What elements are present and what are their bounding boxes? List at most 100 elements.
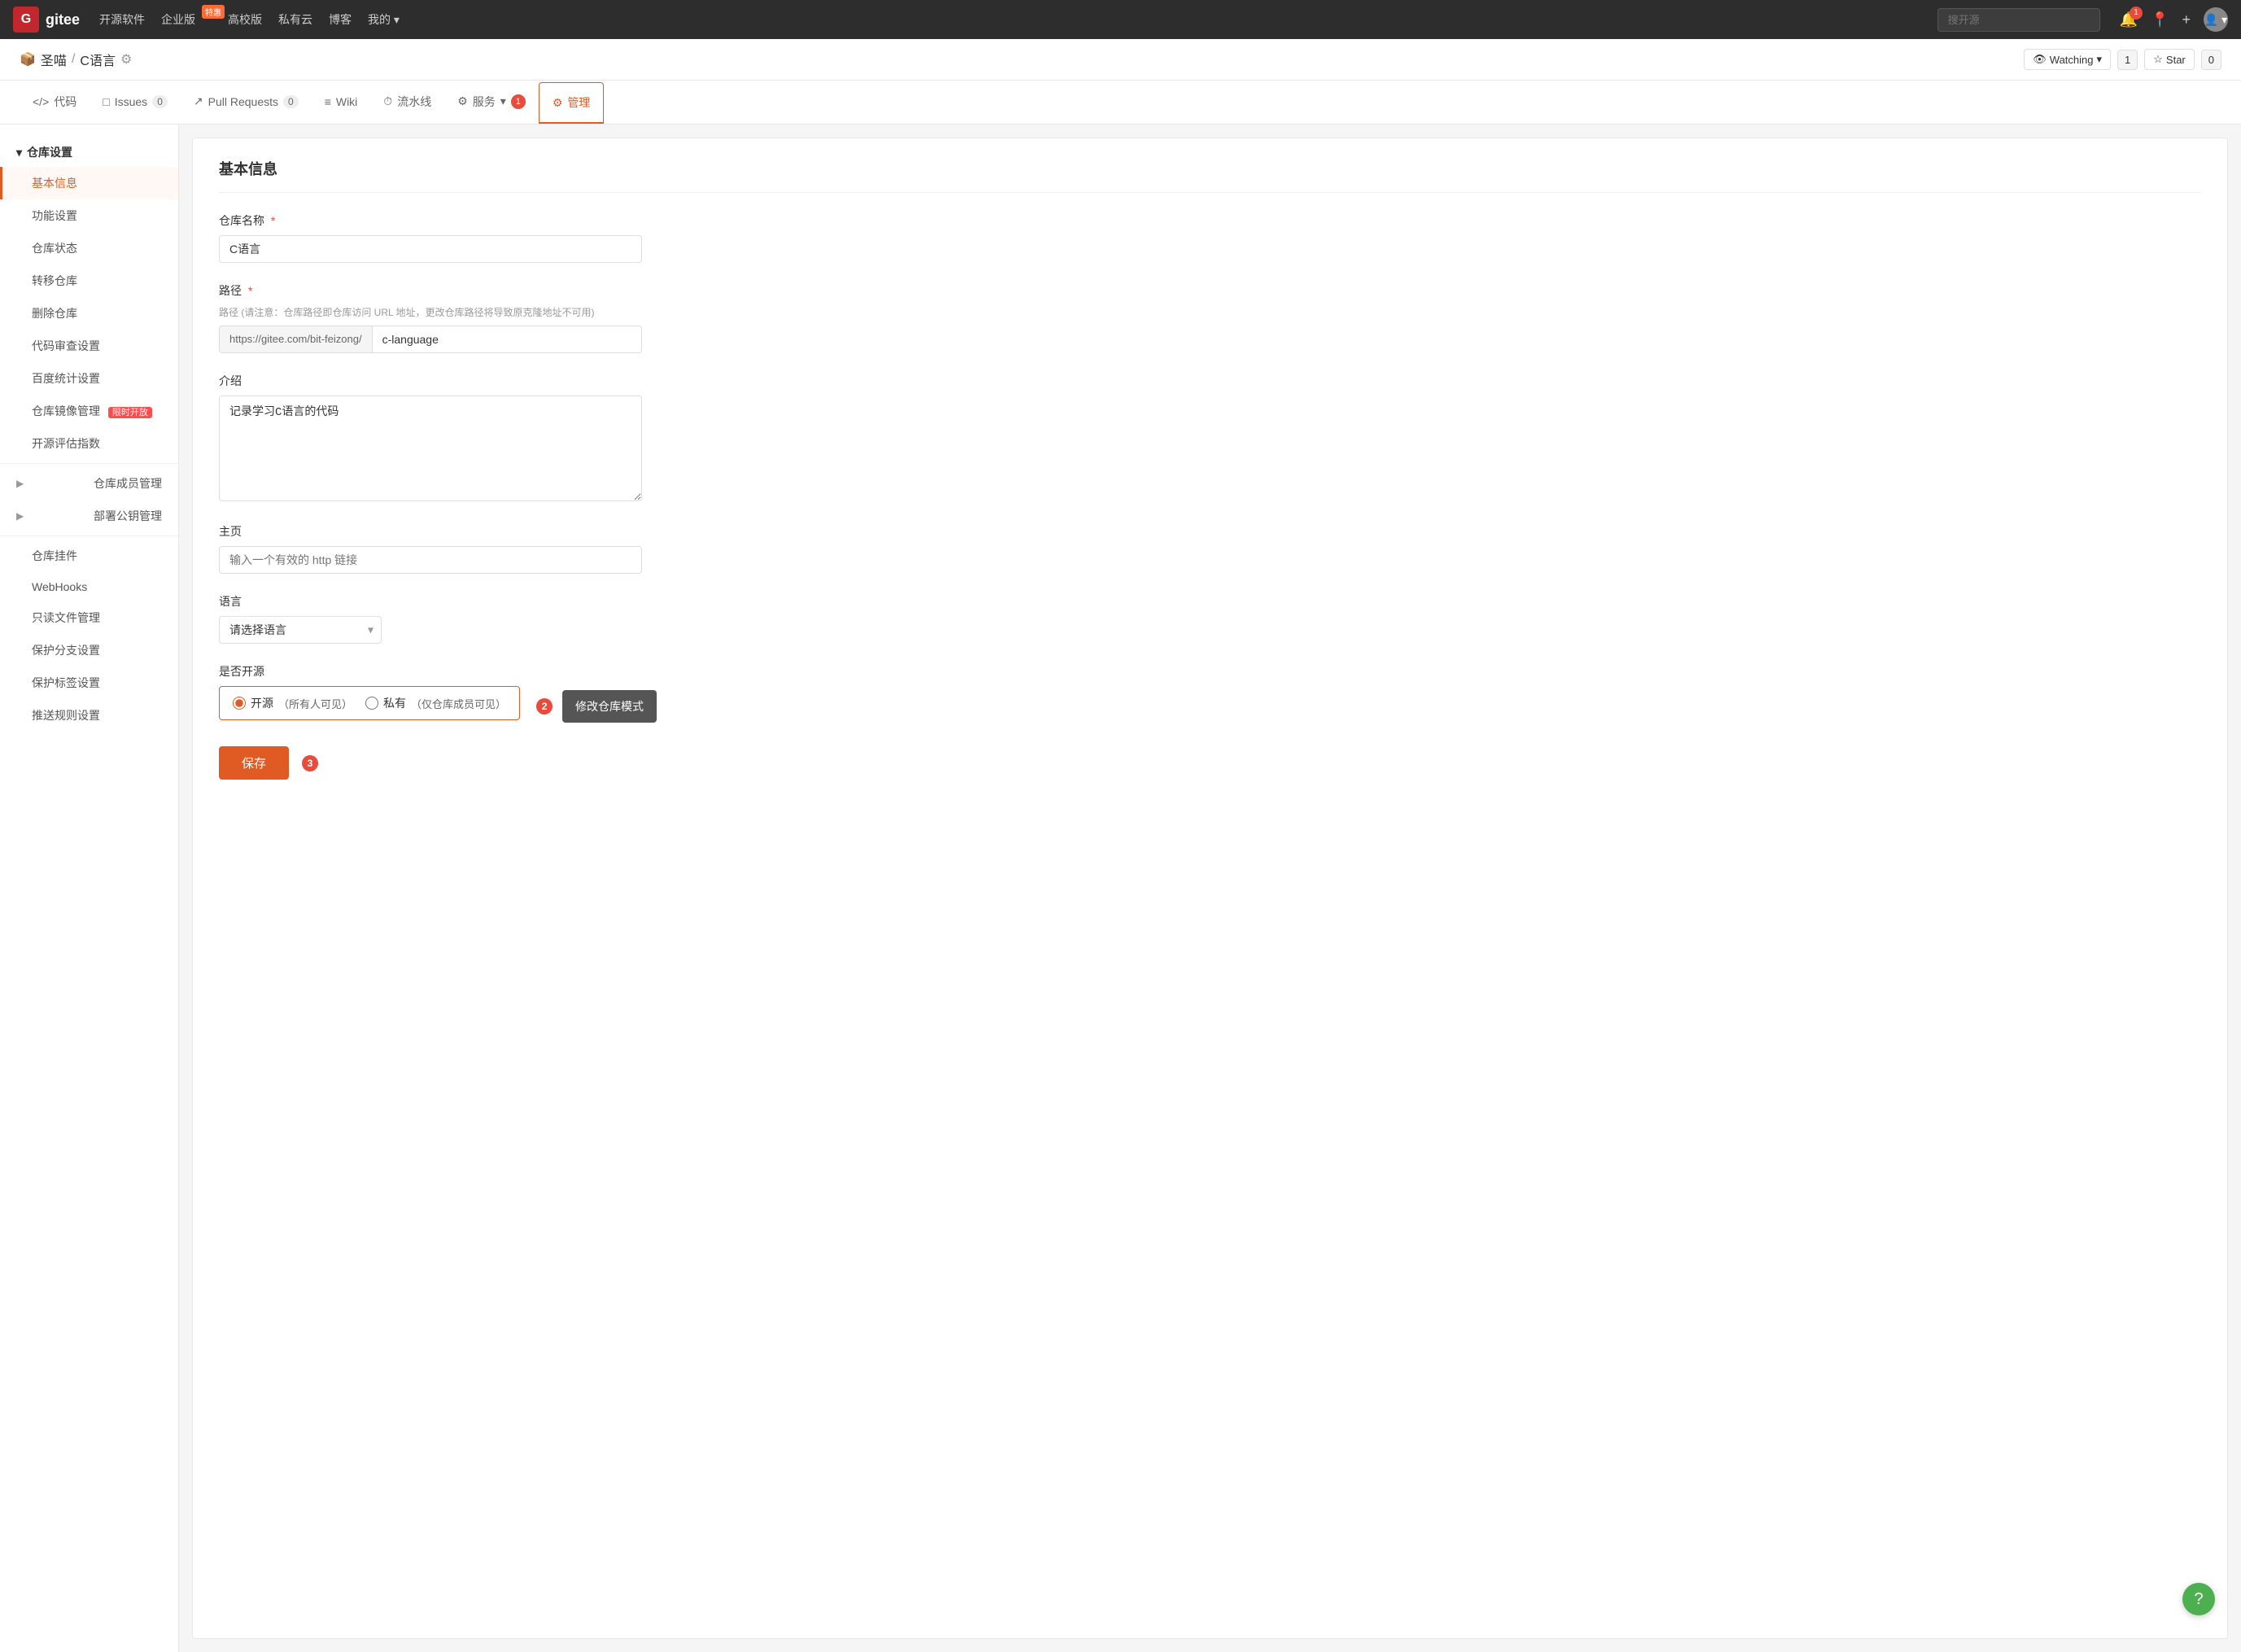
search-input[interactable]	[1937, 8, 2100, 32]
tab-code-label: 代码	[54, 94, 76, 110]
tab-pulls-label: Pull Requests	[208, 95, 278, 108]
repo-settings-icon[interactable]: ⚙	[120, 51, 132, 68]
radio-open-label: 开源	[251, 695, 273, 711]
language-select[interactable]: 请选择语言 C C++ Java Python JavaScript Go	[219, 616, 382, 644]
tab-wiki[interactable]: ≡ Wiki	[312, 84, 371, 121]
watch-count: 1	[2117, 50, 2138, 70]
path-input-group: https://gitee.com/bit-feizong/	[219, 326, 642, 353]
sidebar: ▾ 仓库设置 基本信息 功能设置 仓库状态 转移仓库 删除仓库 代码审查设置 百…	[0, 125, 179, 1652]
add-button[interactable]: +	[2182, 11, 2191, 28]
sidebar-item-member-management[interactable]: ▶ 仓库成员管理	[0, 467, 178, 500]
star-icon: ☆	[2153, 53, 2163, 66]
repo-name[interactable]: C语言	[80, 50, 116, 69]
location-icon[interactable]: 📍	[2151, 11, 2169, 28]
form-group-repo-name: 仓库名称 *	[219, 212, 2201, 263]
radio-private-label: 私有	[383, 695, 406, 711]
sidebar-item-widgets[interactable]: 仓库挂件	[0, 540, 178, 572]
tab-wiki-label: Wiki	[336, 95, 357, 108]
star-label: Star	[2166, 54, 2186, 66]
sidebar-item-baidu-stats[interactable]: 百度统计设置	[0, 362, 178, 395]
sidebar-section-label: 仓库设置	[27, 144, 72, 160]
sidebar-chevron-icon: ▾	[16, 146, 22, 160]
tab-issues[interactable]: □ Issues 0	[90, 84, 181, 121]
repo-owner[interactable]: 圣喵	[41, 50, 67, 69]
radio-private-input[interactable]	[365, 697, 378, 710]
sidebar-item-mirror-management[interactable]: 仓库镜像管理 限时开放	[0, 395, 178, 427]
notification-bell[interactable]: 🔔 1	[2120, 11, 2138, 28]
expand-deploy-icon: ▶	[16, 510, 24, 522]
expand-member-icon: ▶	[16, 478, 24, 489]
form-group-homepage: 主页	[219, 523, 2201, 574]
required-star-path: *	[248, 284, 252, 297]
save-button[interactable]: 保存	[219, 746, 289, 780]
sidebar-item-code-review[interactable]: 代码审查设置	[0, 330, 178, 362]
sidebar-item-webhooks[interactable]: WebHooks	[0, 572, 178, 601]
help-button[interactable]: ?	[2182, 1583, 2215, 1615]
sidebar-item-transfer-repo[interactable]: 转移仓库	[0, 264, 178, 297]
open-source-row: 开源 （所有人可见） 私有 （仅仓库成员可见） 2 修改仓库模式	[219, 686, 2201, 727]
intro-textarea[interactable]: 记录学习C语言的代码	[219, 396, 642, 501]
nav-mine[interactable]: 我的 ▾	[368, 11, 400, 28]
radio-private-option[interactable]: 私有 （仅仓库成员可见）	[365, 695, 506, 711]
path-input[interactable]	[372, 326, 642, 353]
content-area: 基本信息 仓库名称 * 路径 * 路径 (请注意：仓库路径即仓库访问 URL 地…	[192, 138, 2228, 1639]
sidebar-item-protected-branches[interactable]: 保护分支设置	[0, 634, 178, 666]
star-button[interactable]: ☆ Star	[2144, 49, 2195, 70]
sidebar-item-protected-tags[interactable]: 保护标签设置	[0, 666, 178, 699]
modify-mode-button[interactable]: 修改仓库模式	[562, 690, 657, 723]
sidebar-item-delete-repo[interactable]: 删除仓库	[0, 297, 178, 330]
wiki-icon: ≡	[325, 95, 331, 108]
sidebar-item-basic-info[interactable]: 基本信息	[0, 167, 178, 199]
tab-pulls[interactable]: ↗ Pull Requests 0	[181, 83, 312, 121]
radio-group: 开源 （所有人可见） 私有 （仅仓库成员可见）	[219, 686, 520, 720]
user-avatar[interactable]: 👤 ▾	[2204, 7, 2228, 32]
open-source-label: 是否开源	[219, 663, 2201, 680]
repo-name-input[interactable]	[219, 235, 642, 263]
repo-icon: 📦	[20, 51, 36, 68]
form-group-language: 语言 请选择语言 C C++ Java Python JavaScript Go…	[219, 593, 2201, 644]
sidebar-item-repo-status[interactable]: 仓库状态	[0, 232, 178, 264]
form-group-open-source: 是否开源 开源 （所有人可见） 私有 （仅仓库成员可见） 2 修改仓库模式	[219, 663, 2201, 727]
navbar-icons: 🔔 1 📍 + 👤 ▾	[2120, 7, 2228, 32]
tab-code[interactable]: </> 代码	[20, 82, 90, 123]
star-count: 0	[2201, 50, 2221, 70]
step-3-indicator: 3	[302, 755, 318, 771]
pulls-icon: ↗	[194, 94, 203, 108]
sidebar-item-readonly-files[interactable]: 只读文件管理	[0, 601, 178, 634]
sidebar-section-header[interactable]: ▾ 仓库设置	[0, 138, 178, 167]
nav-enterprise[interactable]: 企业版 特惠	[161, 11, 212, 28]
homepage-input[interactable]	[219, 546, 642, 574]
repo-name-label: 仓库名称 *	[219, 212, 2201, 229]
pulls-badge: 0	[283, 95, 299, 108]
logo-icon: G	[13, 7, 39, 33]
sidebar-item-push-rules[interactable]: 推送规则设置	[0, 699, 178, 732]
sidebar-item-open-source-index[interactable]: 开源评估指数	[0, 427, 178, 460]
radio-open-sublabel: （所有人可见）	[278, 696, 352, 711]
homepage-label: 主页	[219, 523, 2201, 540]
pipeline-icon: ⏱	[383, 94, 392, 108]
form-group-intro: 介绍 记录学习C语言的代码	[219, 373, 2201, 504]
navbar-links: 开源软件 企业版 特惠 高校版 私有云 博客 我的 ▾	[99, 11, 400, 28]
intro-label: 介绍	[219, 373, 2201, 389]
path-hint: 路径 (请注意：仓库路径即仓库访问 URL 地址，更改仓库路径将导致原克隆地址不…	[219, 305, 2201, 319]
tab-services-dropdown: ▾	[500, 94, 506, 108]
tab-pipeline[interactable]: ⏱ 流水线	[370, 82, 444, 123]
nav-education[interactable]: 高校版	[228, 11, 262, 28]
logo-text: gitee	[46, 11, 80, 28]
tabs-bar: </> 代码 □ Issues 0 ↗ Pull Requests 0 ≡ Wi…	[0, 81, 2241, 125]
tab-manage[interactable]: ⚙ 管理	[539, 82, 605, 124]
nav-open-source[interactable]: 开源软件	[99, 11, 145, 28]
nav-blog[interactable]: 博客	[329, 11, 352, 28]
radio-open-input[interactable]	[233, 697, 246, 710]
nav-private-cloud[interactable]: 私有云	[278, 11, 312, 28]
sidebar-item-deploy-keys[interactable]: ▶ 部署公钥管理	[0, 500, 178, 532]
page-title: 基本信息	[219, 158, 2201, 193]
step-2-indicator: 2	[536, 698, 553, 715]
tab-services[interactable]: ⚙ 服务 ▾ 1	[444, 82, 539, 123]
sidebar-item-feature-settings[interactable]: 功能设置	[0, 199, 178, 232]
logo[interactable]: G gitee	[13, 7, 80, 33]
radio-open-option[interactable]: 开源 （所有人可见）	[233, 695, 352, 711]
watch-dropdown-icon: ▾	[2097, 53, 2103, 66]
watch-button[interactable]: 👁 Watching ▾	[2024, 49, 2111, 70]
tab-pipeline-label: 流水线	[397, 94, 431, 110]
